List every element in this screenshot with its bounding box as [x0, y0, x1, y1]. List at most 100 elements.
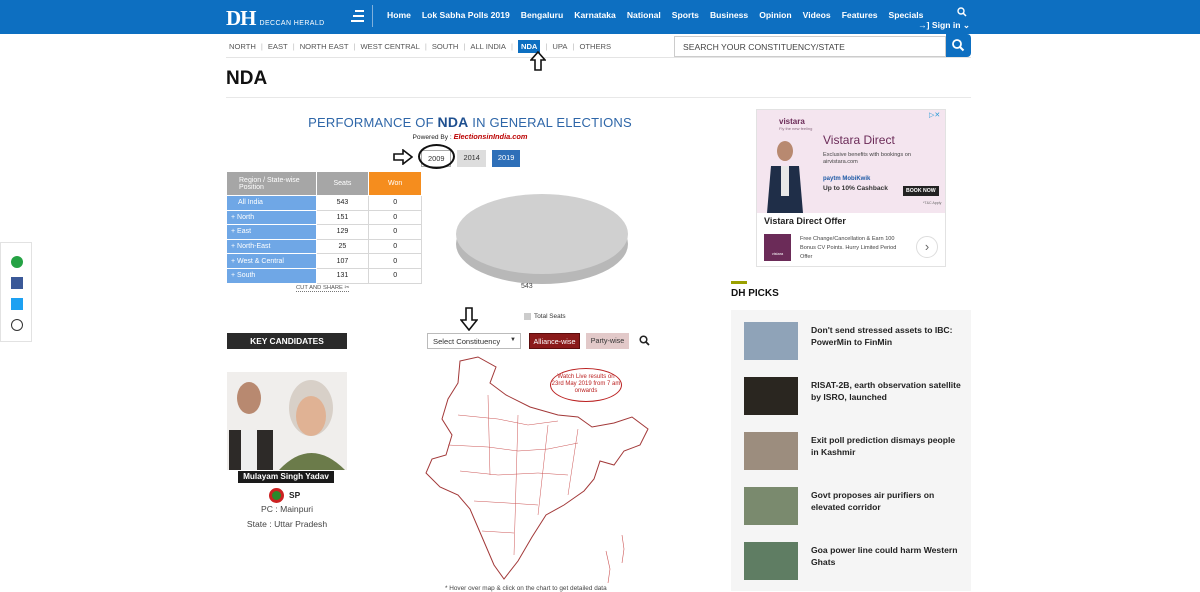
constituency-search-button[interactable]: [946, 34, 971, 57]
pick-thumbnail: [744, 322, 798, 360]
candidate-photo: [227, 372, 347, 470]
region-cell: + South: [226, 267, 317, 284]
seats-cell: 131: [315, 267, 370, 284]
nav-sports[interactable]: Sports: [672, 10, 699, 20]
pick-title[interactable]: Goa power line could harm Western Ghats: [811, 544, 961, 568]
candidate-constituency: PC : Mainpuri: [260, 504, 314, 514]
widget-title-suffix: IN GENERAL ELECTIONS: [472, 115, 632, 130]
seats-cell: 107: [315, 253, 370, 269]
search-icon[interactable]: [957, 7, 967, 17]
pie-value-label: 543: [521, 283, 533, 290]
seats-cell: 129: [315, 224, 370, 240]
ad-description: Free Change/Cancellation & Earn 100 Bonu…: [800, 236, 897, 260]
nav-national[interactable]: National: [627, 10, 661, 20]
won-cell: 0: [368, 238, 422, 255]
region-all-india[interactable]: ALL INDIA: [470, 42, 506, 53]
pick-title[interactable]: Govt proposes air purifiers on elevated …: [811, 489, 961, 513]
table-row[interactable]: + North-East 25 0: [226, 238, 422, 255]
share-icon[interactable]: [11, 319, 23, 331]
vistara-advertisement[interactable]: vistara Fly the new feeling Vistara Direc…: [756, 109, 946, 267]
watch-live-badge: Watch Live results on 23rd May 2019 from…: [550, 368, 622, 402]
deccan-herald-logo[interactable]: DH DECCAN HERALD: [226, 6, 325, 31]
constituency-select[interactable]: Select Constituency ▼: [427, 333, 521, 349]
zoom-icon[interactable]: [639, 335, 650, 346]
year-2014-button[interactable]: 2014: [457, 150, 486, 167]
party-wise-button[interactable]: Party-wise: [586, 333, 629, 349]
column-header-seats: Seats: [315, 171, 370, 196]
column-header-region: Region / State-wise Position: [226, 171, 317, 196]
search-icon: [952, 39, 965, 52]
nav-videos[interactable]: Videos: [803, 10, 831, 20]
list-item[interactable]: Goa power line could harm Western Ghats: [744, 542, 968, 586]
nav-karnataka[interactable]: Karnataka: [574, 10, 616, 20]
nav-opinion[interactable]: Opinion: [759, 10, 791, 20]
region-upa[interactable]: UPA: [552, 42, 567, 53]
pick-thumbnail: [744, 377, 798, 415]
column-header-won: Won: [368, 171, 422, 196]
list-item[interactable]: Govt proposes air purifiers on elevated …: [744, 487, 968, 531]
cut-and-share-link[interactable]: CUT AND SHARE ✂: [296, 285, 350, 292]
sign-in-link[interactable]: →] Sign in ⌄: [918, 20, 970, 31]
won-cell: 0: [368, 195, 422, 211]
pick-thumbnail: [744, 542, 798, 580]
list-item[interactable]: RISAT-2B, earth observation satellite by…: [744, 377, 968, 421]
ad-book-now-button[interactable]: BOOK NOW: [903, 186, 939, 196]
won-cell: 0: [368, 253, 422, 269]
list-item[interactable]: Don't send stressed assets to IBC: Power…: [744, 322, 968, 366]
constituency-search-input[interactable]: SEARCH YOUR CONSTITUENCY/STATE: [674, 36, 946, 57]
won-cell: 0: [368, 267, 422, 284]
powered-by-label: Powered By :: [412, 134, 452, 141]
pick-title[interactable]: Don't send stressed assets to IBC: Power…: [811, 324, 961, 348]
region-north[interactable]: NORTH: [229, 42, 256, 53]
pick-thumbnail: [744, 432, 798, 470]
ad-choices-icon[interactable]: ▷✕: [929, 111, 940, 119]
seats-cell: 151: [315, 209, 370, 226]
table-row[interactable]: + North 151 0: [226, 209, 422, 226]
widget-title-prefix: PERFORMANCE OF: [308, 115, 434, 130]
region-north-east[interactable]: NORTH EAST: [300, 42, 349, 53]
pick-title[interactable]: RISAT-2B, earth observation satellite by…: [811, 379, 961, 403]
dh-picks-list: Don't send stressed assets to IBC: Power…: [731, 310, 971, 591]
ad-subtext: Exclusive benefits with bookings on airv…: [823, 152, 911, 165]
seats-pie-chart[interactable]: [452, 188, 632, 288]
list-item[interactable]: Exit poll prediction dismays people in K…: [744, 432, 968, 476]
facebook-icon[interactable]: [11, 277, 23, 289]
pick-title[interactable]: Exit poll prediction dismays people in K…: [811, 434, 961, 458]
nav-business[interactable]: Business: [710, 10, 748, 20]
nav-lok-sabha-polls[interactable]: Lok Sabha Polls 2019: [422, 10, 510, 20]
region-others[interactable]: OTHERS: [579, 42, 611, 53]
widget-title: PERFORMANCE OF NDA IN GENERAL ELECTIONS: [290, 114, 650, 130]
table-row[interactable]: + East 129 0: [226, 224, 422, 240]
year-2019-button[interactable]: 2019: [491, 150, 521, 167]
table-row[interactable]: + West & Central 107 0: [226, 253, 422, 269]
sign-in-label: Sign in: [931, 20, 961, 30]
region-west-central[interactable]: WEST CENTRAL: [360, 42, 419, 53]
nav-home[interactable]: Home: [387, 10, 411, 20]
twitter-icon[interactable]: [11, 298, 23, 310]
pie-slice-total-seats[interactable]: [456, 194, 628, 274]
chevron-right-icon[interactable]: ›: [916, 236, 938, 258]
hamburger-menu-icon[interactable]: [351, 10, 364, 22]
nav-specials[interactable]: Specials: [889, 10, 924, 20]
won-cell: 0: [368, 209, 422, 226]
legend-swatch: [524, 313, 531, 320]
annotation-up-arrow-icon: [530, 51, 546, 71]
pick-thumbnail: [744, 487, 798, 525]
ad-brand-name: vistara: [779, 117, 805, 126]
table-row[interactable]: All India 543 0: [226, 195, 422, 211]
whatsapp-icon[interactable]: [11, 256, 23, 268]
powered-by-brand[interactable]: ElectionsinIndia.com: [454, 132, 528, 141]
region-cell: + North: [226, 209, 317, 226]
nav-bengaluru[interactable]: Bengaluru: [521, 10, 564, 20]
scissors-icon: ✂: [344, 285, 350, 291]
alliance-wise-button[interactable]: Alliance-wise: [529, 333, 580, 349]
chart-legend: Total Seats: [524, 313, 566, 320]
table-row[interactable]: + South 131 0: [226, 267, 422, 284]
ad-terms: *T&C Apply: [923, 201, 942, 205]
annotation-right-arrow-icon: [393, 149, 413, 165]
seat-table: Region / State-wise Position Seats Won A…: [226, 171, 422, 284]
region-south[interactable]: SOUTH: [432, 42, 459, 53]
ad-logo: vistara: [764, 234, 791, 261]
region-east[interactable]: EAST: [268, 42, 288, 53]
nav-features[interactable]: Features: [842, 10, 878, 20]
